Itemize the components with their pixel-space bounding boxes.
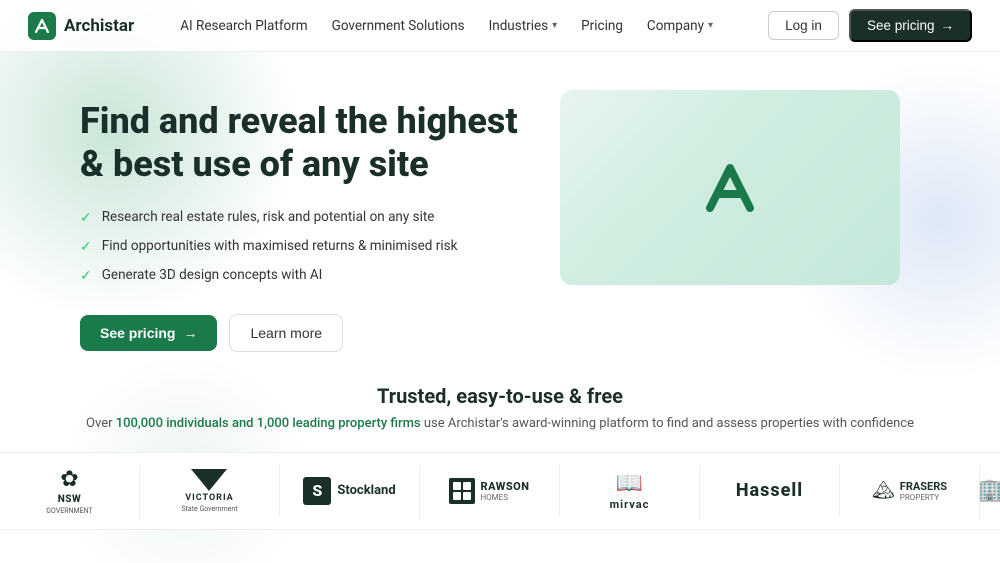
mirvac-book-icon: 📖: [616, 471, 643, 496]
nsw-flower-icon: ✿: [60, 467, 78, 492]
check-icon-1: ✓: [80, 209, 92, 229]
check-icon-3: ✓: [80, 267, 92, 287]
rawson-logo: RAWSON HOMES: [420, 465, 560, 517]
partial-building-icon: 🏢: [980, 478, 1000, 503]
victoria-triangle-icon: [191, 469, 227, 491]
nav-logo[interactable]: Archistar: [28, 12, 134, 40]
industries-chevron-icon: ▾: [552, 20, 557, 31]
rawson-grid-icon: [449, 478, 475, 504]
hero-pricing-arrow-icon: →: [183, 325, 197, 341]
partial-logo: 🏢: [980, 465, 1000, 517]
frasers-icon: 🏔: [872, 480, 895, 501]
nav-actions: Log in See pricing →: [768, 9, 972, 42]
victoria-logo: VICTORIA State Government: [140, 465, 280, 517]
nav-links: AI Research Platform Government Solution…: [170, 12, 768, 40]
hero-features: ✓ Research real estate rules, risk and p…: [80, 208, 520, 286]
trusted-section: Trusted, easy-to-use & free Over 100,000…: [0, 384, 1000, 434]
nsw-logo: ✿ NSW GOVERNMENT: [0, 465, 140, 517]
login-button[interactable]: Log in: [768, 11, 839, 40]
trusted-subtitle: Over 100,000 individuals and 1,000 leadi…: [60, 414, 940, 434]
trusted-title: Trusted, easy-to-use & free: [60, 384, 940, 408]
hero-left: Find and reveal the highest & best use o…: [80, 100, 520, 352]
company-chevron-icon: ▾: [708, 20, 713, 31]
nav-link-ai-research[interactable]: AI Research Platform: [170, 12, 317, 40]
feature-item: ✓ Generate 3D design concepts with AI: [80, 266, 520, 287]
hero-learn-more-button[interactable]: Learn more: [229, 314, 343, 352]
partner-logo-bar: ✿ NSW GOVERNMENT VICTORIA State Governme…: [0, 452, 1000, 530]
hero-title: Find and reveal the highest & best use o…: [80, 100, 520, 186]
hero-logo-mark-icon: [698, 156, 762, 220]
nav-logo-text: Archistar: [64, 16, 134, 36]
nav-link-industries[interactable]: Industries ▾: [479, 12, 568, 40]
nav-link-government[interactable]: Government Solutions: [322, 12, 475, 40]
navbar: Archistar AI Research Platform Governmen…: [0, 0, 1000, 52]
feature-item: ✓ Research real estate rules, risk and p…: [80, 208, 520, 229]
nav-cta-arrow-icon: →: [941, 18, 955, 33]
hero-buttons: See pricing → Learn more: [80, 314, 520, 352]
check-icon-2: ✓: [80, 238, 92, 258]
stockland-icon: S: [303, 477, 331, 505]
hero-image: [560, 90, 900, 285]
frasers-logo: 🏔 FRASERS PROPERTY: [840, 465, 980, 517]
stockland-logo: S Stockland: [280, 465, 420, 517]
archistar-logo-icon: [28, 12, 56, 40]
hassell-logo: Hassell: [700, 465, 840, 517]
hero-section: Find and reveal the highest & best use o…: [0, 52, 1000, 352]
mirvac-logo: 📖 mirvac: [560, 465, 700, 517]
nav-link-company[interactable]: Company ▾: [637, 12, 723, 40]
nav-link-pricing[interactable]: Pricing: [571, 12, 633, 40]
feature-item: ✓ Find opportunities with maximised retu…: [80, 237, 520, 258]
hero-see-pricing-button[interactable]: See pricing →: [80, 315, 217, 351]
nav-see-pricing-button[interactable]: See pricing →: [849, 9, 972, 42]
